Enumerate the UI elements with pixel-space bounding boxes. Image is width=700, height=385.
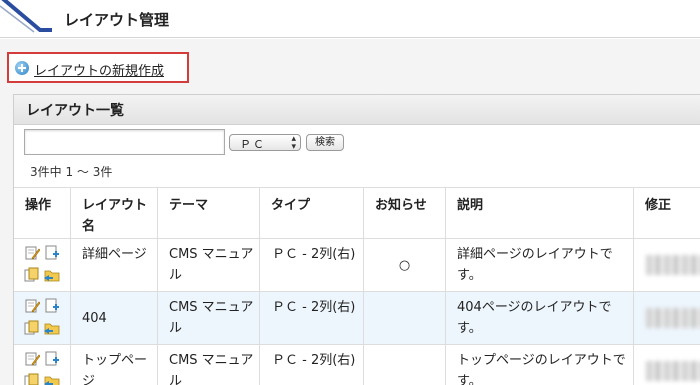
new-document-icon[interactable]	[44, 245, 60, 261]
new-document-icon[interactable]	[44, 298, 60, 314]
type-cell: ＰＣ - 2列(右)	[259, 345, 363, 385]
type-cell: ＰＣ - 2列(右)	[259, 239, 363, 292]
notice-cell: ○	[363, 239, 445, 292]
new-layout-link[interactable]: レイアウトの新規作成	[7, 52, 189, 83]
theme-cell: CMS マニュアル	[157, 292, 259, 345]
modified-cell	[633, 292, 700, 345]
redacted-value	[646, 255, 700, 275]
notice-cell	[363, 345, 445, 385]
copy-icon[interactable]	[24, 267, 40, 283]
edit-icon[interactable]	[24, 245, 40, 261]
new-layout-label[interactable]: レイアウトの新規作成	[34, 60, 164, 79]
table-row: トップページ CMS マニュアル ＰＣ - 2列(右) トップページのレイアウト…	[14, 345, 700, 385]
name-cell: 詳細ページ	[70, 239, 157, 292]
modified-cell	[633, 345, 700, 385]
move-folder-icon[interactable]	[44, 320, 60, 336]
header-description[interactable]: 説明	[445, 188, 633, 240]
new-document-icon[interactable]	[44, 351, 60, 367]
header-type[interactable]: タイプ	[259, 188, 363, 240]
result-count: 3件中 1 ～ 3件	[30, 165, 113, 179]
page-header: レイアウト管理	[0, 0, 700, 38]
panel-title: レイアウト一覧	[26, 103, 124, 119]
search-input[interactable]	[24, 129, 225, 155]
chevron-right-icon	[0, 0, 52, 33]
name-cell: 404	[70, 292, 157, 345]
redacted-value	[646, 361, 700, 381]
notice-cell	[363, 292, 445, 345]
copy-icon[interactable]	[24, 320, 40, 336]
type-cell: ＰＣ - 2列(右)	[259, 292, 363, 345]
header-theme[interactable]: テーマ	[157, 188, 259, 240]
table-row: 詳細ページ CMS マニュアル ＰＣ - 2列(右) ○ 詳細ページのレイアウト…	[14, 239, 700, 292]
header-notice[interactable]: お知らせ	[363, 188, 445, 240]
theme-cell: CMS マニュアル	[157, 345, 259, 385]
ops-cell	[14, 345, 70, 385]
description-cell: 404ページのレイアウトです。	[445, 292, 633, 345]
table-row: 404 CMS マニュアル ＰＣ - 2列(右) 404ページのレイアウトです。	[14, 292, 700, 345]
add-circle-icon	[15, 61, 29, 75]
ops-cell	[14, 239, 70, 292]
copy-icon[interactable]	[24, 373, 40, 385]
device-select[interactable]: ＰＣ ▴ ▾	[229, 134, 301, 152]
description-cell: トップページのレイアウトです。	[445, 345, 633, 385]
search-button[interactable]: 検索	[306, 134, 344, 151]
theme-cell: CMS マニュアル	[157, 239, 259, 292]
table-header: 操作 レイアウト名 テーマ タイプ お知らせ 説明 修正	[14, 187, 700, 240]
select-arrows-icon: ▴ ▾	[291, 134, 296, 152]
header-ops: 操作	[25, 198, 52, 213]
description-cell: 詳細ページのレイアウトです。	[445, 239, 633, 292]
move-folder-icon[interactable]	[44, 373, 60, 385]
device-select-value: ＰＣ	[240, 138, 266, 151]
panel-header: レイアウト一覧	[14, 95, 700, 125]
redacted-value	[646, 308, 700, 328]
move-folder-icon[interactable]	[44, 267, 60, 283]
edit-icon[interactable]	[24, 298, 40, 314]
modified-cell	[633, 239, 700, 292]
header-modified[interactable]: 修正	[633, 188, 700, 240]
ops-cell	[14, 292, 70, 345]
page-title: レイアウト管理	[64, 11, 170, 29]
name-cell: トップページ	[70, 345, 157, 385]
header-name[interactable]: レイアウト名	[70, 188, 157, 240]
edit-icon[interactable]	[24, 351, 40, 367]
